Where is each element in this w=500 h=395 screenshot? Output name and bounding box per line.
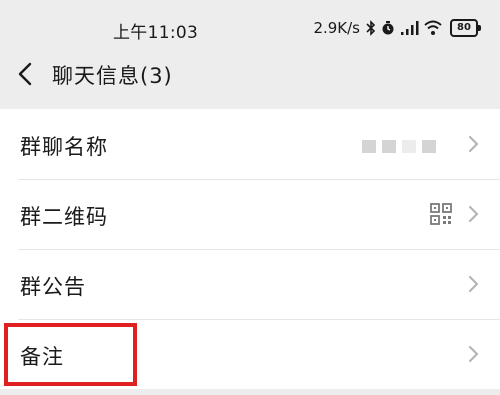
alarm-icon xyxy=(382,21,394,35)
nav-bar: 聊天信息(3) xyxy=(0,50,500,98)
status-bar: 上午11:03 2.9K/s 80 xyxy=(0,0,500,50)
redacted-group-name xyxy=(362,140,436,153)
network-speed: 2.9K/s xyxy=(313,19,360,37)
bluetooth-icon xyxy=(366,20,376,36)
list-item-label: 群公告 xyxy=(20,275,86,299)
screen: 上午11:03 2.9K/s 80 聊天信息(3) 群聊名称 群二维码 群公告 … xyxy=(0,0,500,395)
chevron-right-icon xyxy=(469,276,478,292)
chevron-left-icon[interactable] xyxy=(14,60,38,88)
page-title: 聊天信息(3) xyxy=(52,64,173,88)
signal-icon xyxy=(401,21,419,35)
list-item-label: 群二维码 xyxy=(20,205,108,229)
list-item-label: 备注 xyxy=(20,345,64,369)
battery-icon: 80 xyxy=(450,19,481,37)
list-item-label: 群聊名称 xyxy=(20,135,108,159)
list-item-group-qr-code[interactable]: 群二维码 xyxy=(0,179,500,249)
status-indicators: 2.9K/s 80 xyxy=(313,16,481,40)
list-item-group-announcement[interactable]: 群公告 xyxy=(0,249,500,319)
qr-code-icon xyxy=(430,203,452,225)
chevron-right-icon xyxy=(469,136,478,152)
chat-info-list: 群聊名称 群二维码 群公告 备注 xyxy=(0,109,500,389)
status-time: 上午11:03 xyxy=(113,23,199,43)
chevron-right-icon xyxy=(469,206,478,222)
list-item-remark[interactable]: 备注 xyxy=(0,319,500,389)
list-item-group-name[interactable]: 群聊名称 xyxy=(0,109,500,179)
chevron-right-icon xyxy=(469,346,478,362)
wifi-icon xyxy=(424,20,442,35)
